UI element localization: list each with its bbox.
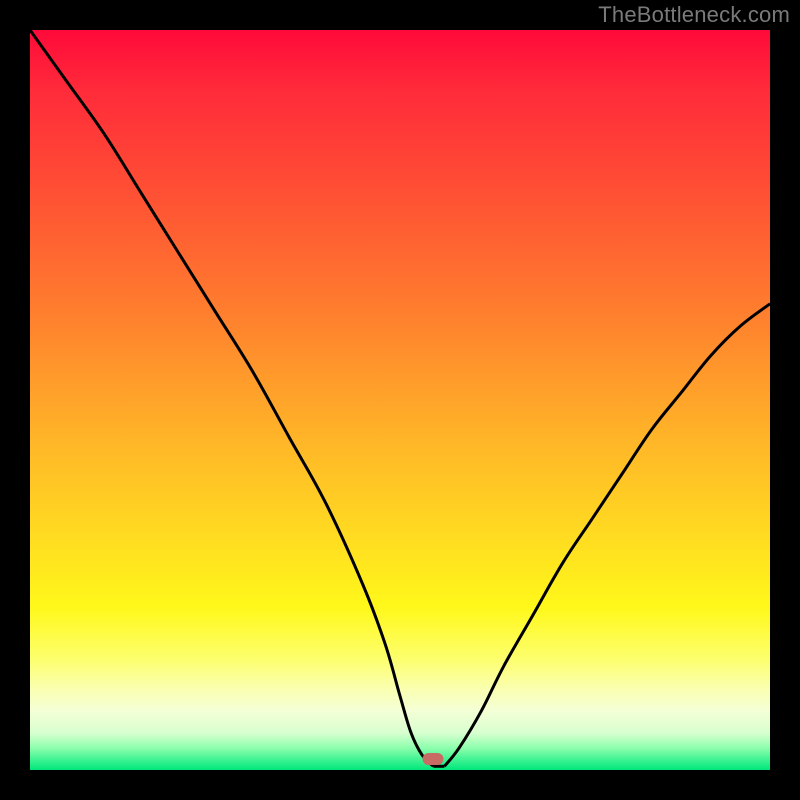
plot-area [30,30,770,770]
bottleneck-curve [30,30,770,770]
chart-frame: TheBottleneck.com [0,0,800,800]
curve-right-segment [444,304,770,767]
watermark-text: TheBottleneck.com [598,2,790,28]
optimal-marker [423,753,444,765]
curve-left-segment [30,30,433,766]
